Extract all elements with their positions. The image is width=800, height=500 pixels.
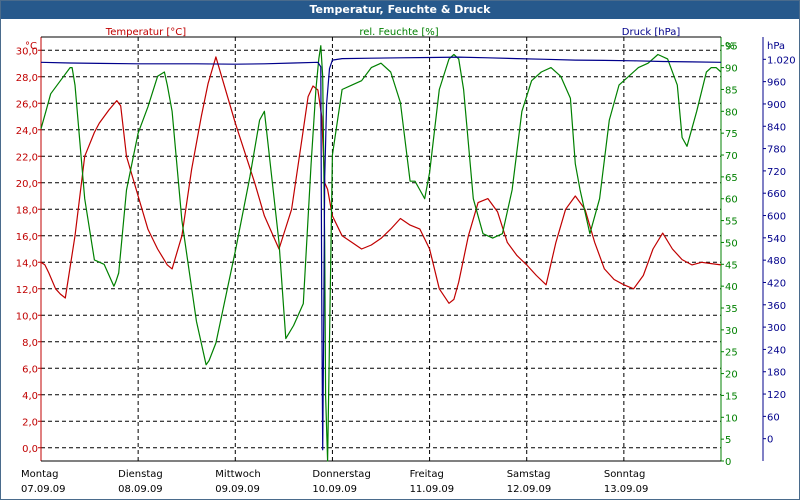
temperature-tick-label: 4,0 (22, 391, 38, 402)
series-line-temperature (40, 56, 722, 304)
humidity-tick-label: 90 (725, 64, 738, 75)
temperature-tick-label: 10,0 (16, 311, 38, 322)
x-tick-day-label: Freitag (410, 469, 444, 480)
temperature-tick-label: 18,0 (16, 205, 38, 216)
humidity-tick-label: 5 (725, 435, 731, 446)
humidity-tick-label: 30 (725, 326, 738, 337)
temperature-tick-label: 6,0 (22, 364, 38, 375)
axis-unit-pressure: hPa (767, 41, 785, 52)
x-tick-day-label: Samstag (507, 469, 551, 480)
pressure-tick-label: 120 (767, 390, 786, 401)
x-tick-day-label: Dienstag (118, 469, 163, 480)
humidity-tick-label: 70 (725, 151, 738, 162)
humidity-tick-label: 35 (725, 304, 738, 315)
x-tick-date-label: 12.09.09 (507, 484, 552, 495)
pressure-tick-label: 600 (767, 212, 786, 223)
pressure-tick-label: 660 (767, 189, 786, 200)
humidity-tick-label: 55 (725, 217, 738, 228)
axis-title-humidity: rel. Feuchte [%] (359, 27, 438, 38)
temperature-tick-label: 20,0 (16, 179, 38, 190)
series-layer (40, 45, 722, 462)
humidity-tick-label: 25 (725, 348, 738, 359)
temperature-tick-label: 30,0 (16, 46, 38, 57)
pressure-tick-label: 720 (767, 167, 786, 178)
window-title: Temperatur, Feuchte & Druck (1, 1, 799, 19)
humidity-tick-label: 65 (725, 173, 738, 184)
axis-title-pressure: Druck [hPa] (622, 27, 681, 38)
axis-title-temperature: Temperatur [°C] (105, 27, 186, 38)
humidity-tick-label: 0 (725, 457, 731, 468)
temperature-tick-label: 28,0 (16, 73, 38, 84)
temperature-tick-label: 16,0 (16, 232, 38, 243)
chart-canvas: Temperatur [°C] rel. Feuchte [%] Druck [… (16, 27, 796, 495)
pressure-tick-label: 60 (767, 412, 780, 423)
pressure-tick-label: 0 (767, 435, 773, 446)
pressure-tick-label: 780 (767, 145, 786, 156)
x-tick-day-label: Montag (21, 469, 58, 480)
pressure-tick-label: 180 (767, 368, 786, 379)
pressure-tick-label: 960 (767, 78, 786, 89)
pressure-tick-label: 540 (767, 234, 786, 245)
axes (38, 36, 766, 462)
temperature-tick-label: 8,0 (22, 338, 38, 349)
pressure-tick-label: 1.020 (767, 55, 796, 66)
x-tick-day-label: Mittwoch (215, 469, 260, 480)
humidity-tick-label: 45 (725, 260, 738, 271)
grid (41, 37, 721, 461)
x-tick-date-label: 13.09.09 (604, 484, 649, 495)
pressure-tick-label: 900 (767, 100, 786, 111)
pressure-tick-label: 840 (767, 122, 786, 133)
humidity-tick-label: 95 (725, 42, 738, 53)
humidity-tick-label: 50 (725, 238, 738, 249)
x-tick-date-label: 09.09.09 (215, 484, 260, 495)
temperature-tick-label: 22,0 (16, 152, 38, 163)
pressure-tick-label: 240 (767, 345, 786, 356)
humidity-tick-label: 60 (725, 195, 738, 206)
x-tick-day-label: Donnerstag (312, 469, 370, 480)
humidity-tick-label: 20 (725, 370, 738, 381)
pressure-tick-label: 300 (767, 323, 786, 334)
humidity-tick-label: 75 (725, 129, 738, 140)
temperature-tick-label: 12,0 (16, 285, 38, 296)
temperature-tick-label: 2,0 (22, 417, 38, 428)
pressure-tick-label: 420 (767, 278, 786, 289)
humidity-tick-label: 15 (725, 391, 738, 402)
temperature-tick-label: 24,0 (16, 126, 38, 137)
x-tick-day-label: Sonntag (604, 469, 646, 480)
tick-labels: 0,0 2,0 4,0 6,0 8,0 10,0 12,0 14,0 16,0 18,0 20,0 2… (16, 42, 796, 495)
humidity-tick-label: 10 (725, 413, 738, 424)
x-tick-date-label: 11.09.09 (410, 484, 455, 495)
chart-window: Temperatur, Feuchte & Druck Temperatur [… (0, 0, 800, 500)
humidity-tick-label: 85 (725, 85, 738, 96)
x-tick-date-label: 10.09.09 (312, 484, 357, 495)
series-line-pressure (40, 56, 722, 451)
x-tick-date-label: 07.09.09 (21, 484, 66, 495)
series-line-humidity (40, 45, 722, 462)
humidity-tick-label: 80 (725, 107, 738, 118)
temperature-tick-label: 26,0 (16, 99, 38, 110)
temperature-tick-label: 0,0 (22, 444, 38, 455)
pressure-tick-label: 360 (767, 301, 786, 312)
humidity-tick-label: 40 (725, 282, 738, 293)
temperature-tick-label: 14,0 (16, 258, 38, 269)
pressure-tick-label: 480 (767, 256, 786, 267)
x-tick-date-label: 08.09.09 (118, 484, 163, 495)
